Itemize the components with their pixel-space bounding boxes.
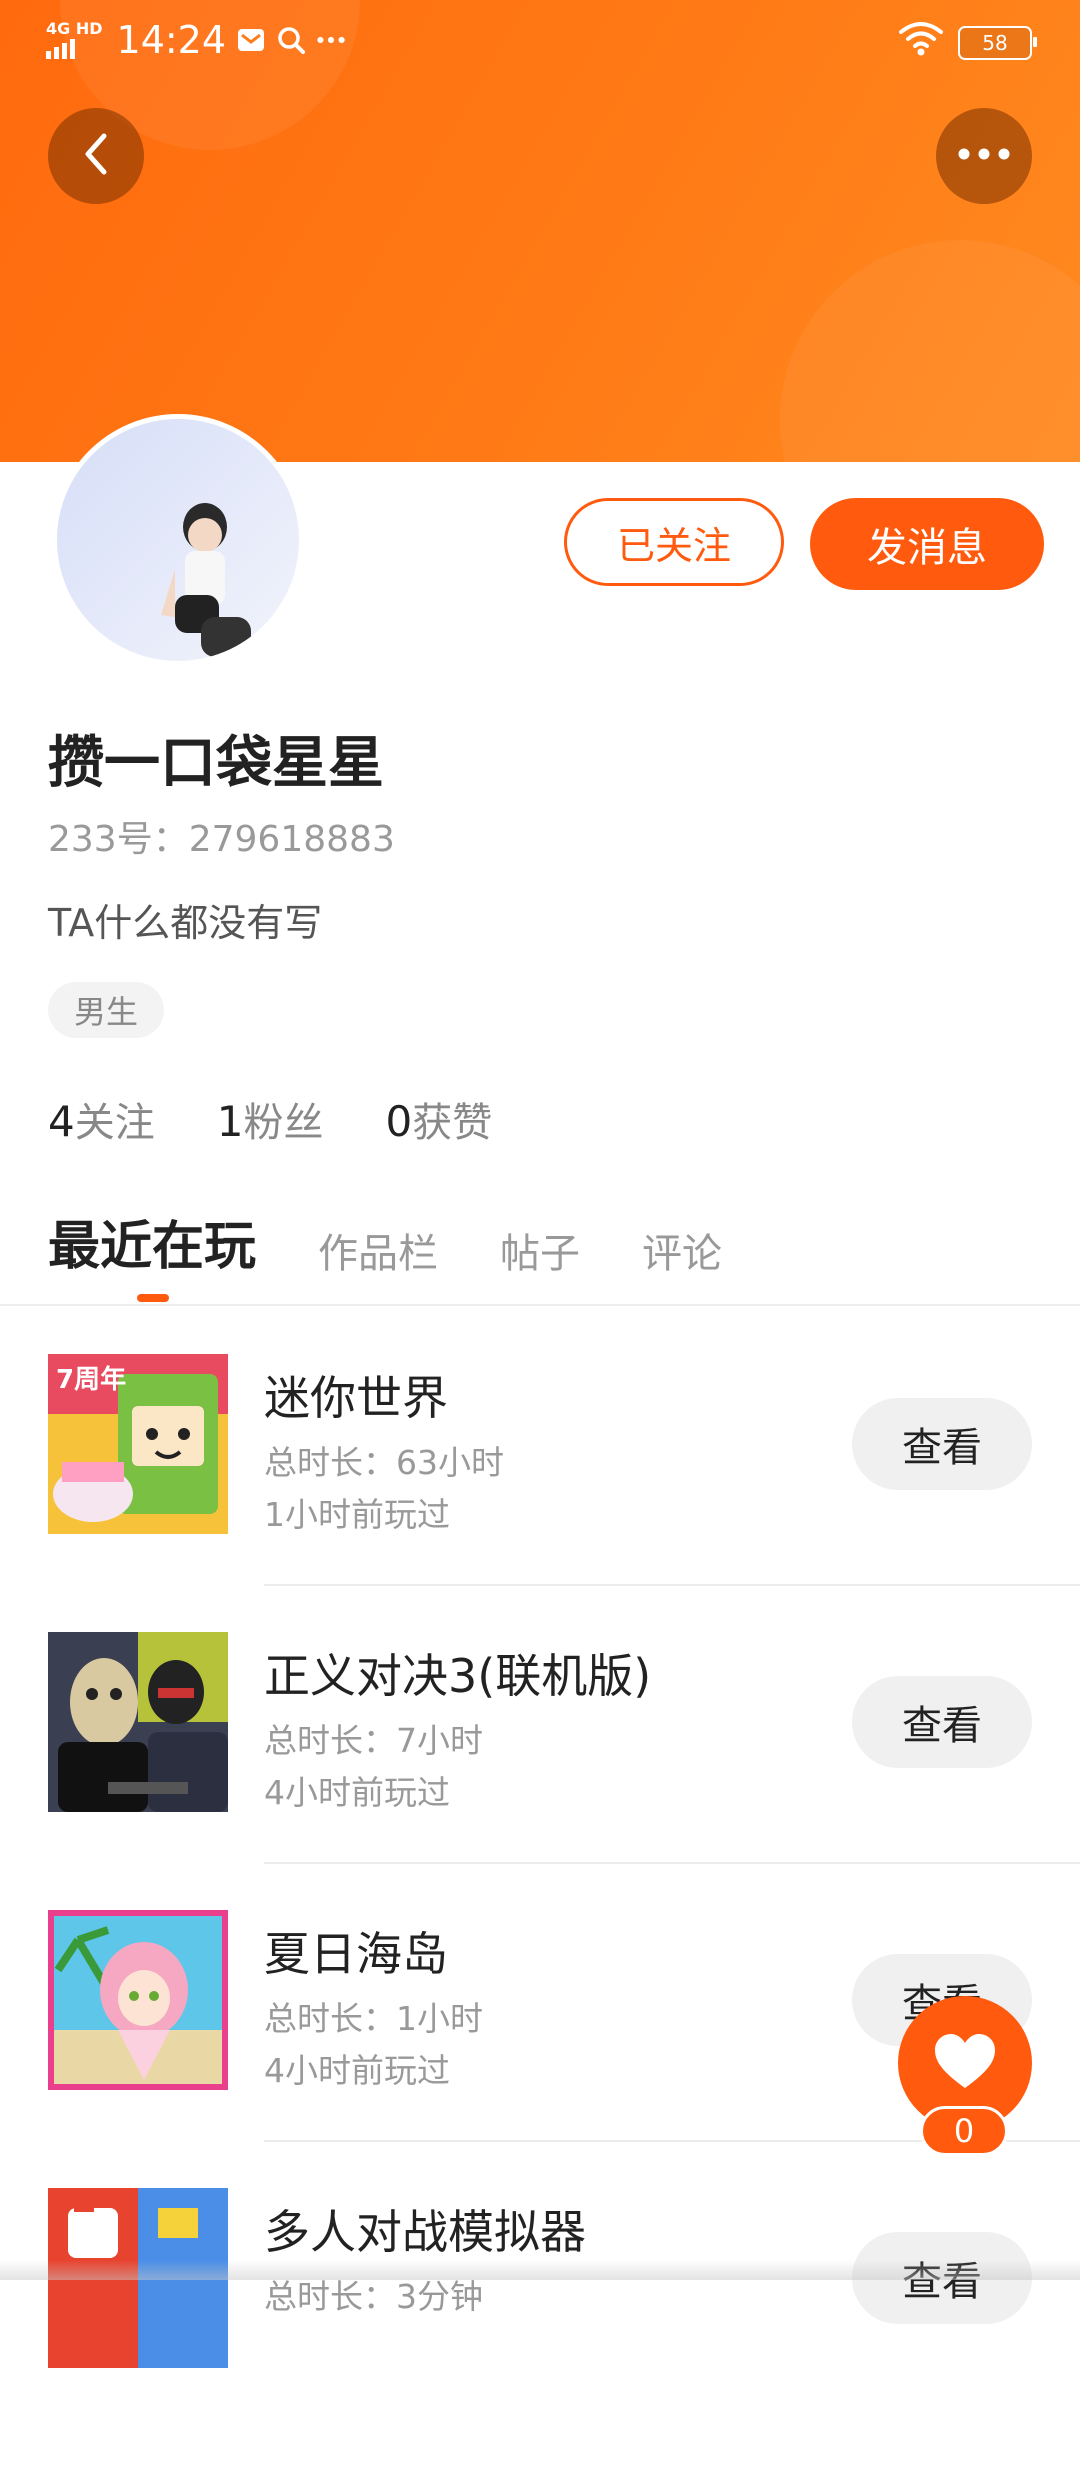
bio: TA什么都没有写 <box>48 901 323 945</box>
bottom-edge <box>0 2260 1080 2280</box>
likes-count: 0获赞 <box>385 1090 492 1148</box>
active-tab-indicator <box>137 1294 169 1302</box>
tab-posts[interactable]: 帖子 <box>500 1221 580 1279</box>
like-count-badge: 0 <box>920 2106 1008 2156</box>
banner-decoration <box>780 240 1080 462</box>
status-left: 4G HD 14:24 <box>46 18 346 62</box>
list-item[interactable]: 多人对战模拟器 总时长：3分钟 查看 <box>0 2188 1080 2466</box>
tab-works[interactable]: 作品栏 <box>318 1221 438 1279</box>
game-icon-summer-island <box>48 1910 228 2090</box>
mail-notification-icon <box>236 25 266 55</box>
more-notifications-icon <box>316 25 346 55</box>
more-options-button[interactable] <box>936 108 1032 204</box>
tab-comments[interactable]: 评论 <box>642 1221 722 1279</box>
status-right: 58 <box>898 20 1037 65</box>
game-name: 正义对决3(联机版) <box>264 1649 652 1703</box>
wifi-icon <box>898 20 944 65</box>
game-icon-mini-world: 7周年 <box>48 1354 228 1534</box>
list-item[interactable]: 7周年 迷你世界 总时长：63小时 1小时前玩过 查看 <box>0 1354 1080 1632</box>
stat-number: 0 <box>385 1097 413 1146</box>
game-duration: 总时长：1小时 <box>264 1999 483 2038</box>
list-item[interactable]: 正义对决3(联机版) 总时长：7小时 4小时前玩过 查看 <box>0 1632 1080 1910</box>
battery-level: 58 <box>982 30 1008 55</box>
back-button[interactable] <box>48 108 144 204</box>
stat-number: 1 <box>216 1097 244 1146</box>
battery-icon: 58 <box>958 25 1037 60</box>
divider <box>0 1304 1080 1306</box>
avatar[interactable] <box>52 414 304 666</box>
profile-header-banner: 4G HD 14:24 58 <box>0 0 1080 462</box>
following-button[interactable]: 已关注 <box>564 498 784 586</box>
profile-tabs: 最近在玩 作品栏 帖子 评论 <box>48 1204 722 1279</box>
game-last-played: 1小时前玩过 <box>264 1495 450 1534</box>
svg-text:7周年: 7周年 <box>56 1364 126 1395</box>
search-notification-icon <box>276 25 306 55</box>
game-name: 多人对战模拟器 <box>264 2205 586 2259</box>
game-last-played: 4小时前玩过 <box>264 1773 450 1812</box>
divider <box>264 1584 1080 1586</box>
send-message-button[interactable]: 发消息 <box>810 498 1044 590</box>
stats-row: 4关注 1粉丝 0获赞 <box>48 1090 492 1148</box>
network-type: 4G HD <box>46 19 103 38</box>
user-id: 233号：279618883 <box>48 819 395 860</box>
status-bar: 4G HD 14:24 58 <box>0 0 1080 84</box>
following-count[interactable]: 4关注 <box>48 1090 155 1148</box>
stat-number: 4 <box>48 1097 75 1146</box>
stat-label: 获赞 <box>412 1100 493 1146</box>
game-name: 夏日海岛 <box>264 1927 448 1981</box>
heart-icon <box>933 2032 997 2094</box>
game-duration: 总时长：7小时 <box>264 1721 483 1760</box>
view-button[interactable]: 查看 <box>852 1676 1032 1768</box>
divider <box>264 1862 1080 1864</box>
chevron-left-icon <box>76 130 116 182</box>
game-name: 迷你世界 <box>264 1371 448 1425</box>
game-last-played: 4小时前玩过 <box>264 2051 450 2090</box>
username: 攒一口袋星星 <box>48 731 384 796</box>
stat-label: 关注 <box>74 1100 155 1146</box>
signal-icon: 4G HD <box>46 21 103 59</box>
game-icon-justice-duel <box>48 1632 228 1812</box>
stat-label: 粉丝 <box>243 1100 324 1146</box>
gender-tag: 男生 <box>48 982 165 1038</box>
view-button[interactable]: 查看 <box>852 1398 1032 1490</box>
game-duration: 总时长：63小时 <box>264 1443 504 1482</box>
clock: 14:24 <box>116 18 227 62</box>
tab-recently-played[interactable]: 最近在玩 <box>48 1204 256 1279</box>
more-horizontal-icon <box>954 144 1014 168</box>
followers-count[interactable]: 1粉丝 <box>217 1090 324 1148</box>
